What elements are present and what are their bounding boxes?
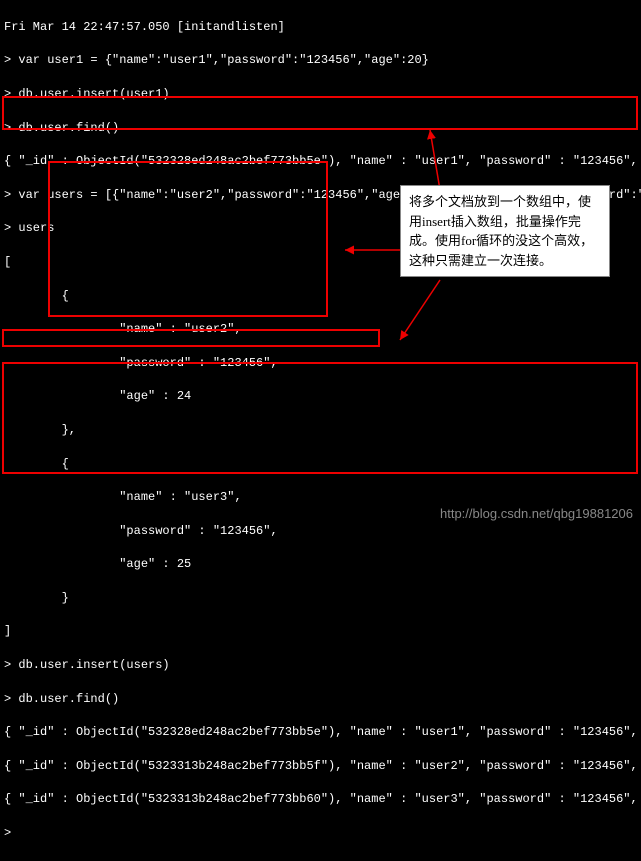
- cmd-insert-users: > db.user.insert(users): [4, 657, 637, 674]
- timestamp-line: Fri Mar 14 22:47:57.050 [initandlisten]: [4, 19, 637, 36]
- obj2-pwd: "password" : "123456",: [4, 523, 637, 540]
- highlight-box-objects: [48, 161, 328, 317]
- annotation-callout: 将多个文档放到一个数组中，使用insert插入数组，批量操作完成。使用for循环…: [400, 185, 610, 277]
- highlight-box-insert: [2, 329, 380, 347]
- highlight-box-varusers: [2, 96, 638, 130]
- highlight-box-results: [2, 362, 638, 474]
- obj2-close: }: [4, 590, 637, 607]
- annotation-text: 将多个文档放到一个数组中，使用insert插入数组，批量操作完成。使用for循环…: [409, 194, 593, 268]
- result3: { "_id" : ObjectId("5323313b248ac2bef773…: [4, 791, 637, 808]
- watermark-text: http://blog.csdn.net/qbg19881206: [440, 505, 633, 523]
- cmd-find2: > db.user.find(): [4, 691, 637, 708]
- result2: { "_id" : ObjectId("5323313b248ac2bef773…: [4, 758, 637, 775]
- obj2-age: "age" : 25: [4, 556, 637, 573]
- cmd-var-user1: > var user1 = {"name":"user1","password"…: [4, 52, 637, 69]
- bracket-close: ]: [4, 623, 637, 640]
- result1: { "_id" : ObjectId("532328ed248ac2bef773…: [4, 724, 637, 741]
- obj2-name: "name" : "user3",: [4, 489, 637, 506]
- prompt-end: >: [4, 825, 637, 842]
